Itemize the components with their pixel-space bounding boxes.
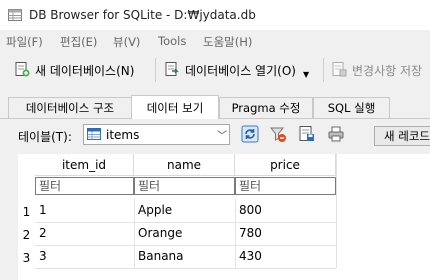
clear-filters-button[interactable]: [267, 124, 289, 146]
menu-file[interactable]: 파일(F): [6, 34, 43, 50]
table-label: 테이블(T):: [18, 130, 72, 144]
column-header-item-id[interactable]: item_id: [35, 154, 134, 176]
tab-database-structure[interactable]: 데이터베이스 구조: [8, 97, 132, 118]
save-table-icon: [298, 125, 316, 146]
grid-line: [35, 268, 336, 269]
cell-name[interactable]: Apple: [134, 199, 235, 222]
menu-edit[interactable]: 편집(E): [60, 34, 97, 50]
cell-item-id[interactable]: 3: [35, 245, 134, 268]
menu-view[interactable]: 뷰(V): [113, 34, 140, 50]
chevron-down-icon[interactable]: ﹀: [217, 127, 227, 142]
grid-line: [336, 154, 337, 268]
write-changes-button[interactable]: 변경사항 저장: [331, 59, 422, 81]
new-database-button[interactable]: 새 데이터베이스(N): [14, 59, 134, 81]
table-select-value: items: [106, 128, 140, 142]
row-header[interactable]: 1: [18, 205, 35, 219]
toolbar-separator: [155, 58, 156, 82]
chevron-down-icon[interactable]: ▼: [303, 70, 309, 79]
open-database-icon: [164, 61, 180, 80]
cell-price[interactable]: 800: [235, 199, 336, 222]
row-header[interactable]: 3: [18, 251, 35, 265]
print-button[interactable]: [325, 124, 347, 146]
tab-browse-data[interactable]: 데이터 보기: [131, 95, 219, 119]
menu-help[interactable]: 도움말(H): [203, 34, 252, 50]
new-record-button[interactable]: 새 레코드: [374, 126, 430, 146]
cell-item-id[interactable]: 2: [35, 222, 134, 245]
toolbar-separator: [323, 58, 324, 82]
cell-price[interactable]: 430: [235, 245, 336, 268]
app-icon: [8, 9, 22, 21]
column-header-name[interactable]: name: [134, 154, 235, 176]
table-icon: [87, 128, 101, 140]
refresh-icon: [241, 125, 259, 146]
filter-input-item-id[interactable]: 필터: [35, 177, 134, 195]
cell-name[interactable]: Banana: [134, 245, 235, 268]
window-title: DB Browser for SQLite - D:₩jydata.db: [29, 8, 256, 22]
save-table-button[interactable]: [296, 124, 318, 146]
open-database-button[interactable]: 데이터베이스 열기(O) ▼: [164, 59, 309, 81]
printer-icon: [327, 125, 345, 146]
tab-execute-sql[interactable]: SQL 실행: [313, 97, 390, 118]
filter-clear-icon: [269, 125, 287, 146]
cell-price[interactable]: 780: [235, 222, 336, 245]
filter-input-name[interactable]: 필터: [134, 177, 235, 195]
write-changes-label: 변경사항 저장: [352, 63, 423, 78]
menu-tools[interactable]: Tools: [158, 34, 186, 48]
open-database-label: 데이터베이스 열기(O): [185, 63, 296, 78]
filter-input-price[interactable]: 필터: [235, 177, 336, 195]
write-changes-icon: [331, 61, 347, 80]
column-header-price[interactable]: price: [235, 154, 336, 176]
refresh-button[interactable]: [239, 124, 261, 146]
tab-edit-pragmas[interactable]: Pragma 수정: [219, 97, 313, 118]
new-database-icon: [14, 61, 30, 80]
new-database-label: 새 데이터베이스(N): [35, 63, 135, 78]
row-header[interactable]: 2: [18, 228, 35, 242]
cell-item-id[interactable]: 1: [35, 199, 134, 222]
cell-name[interactable]: Orange: [134, 222, 235, 245]
